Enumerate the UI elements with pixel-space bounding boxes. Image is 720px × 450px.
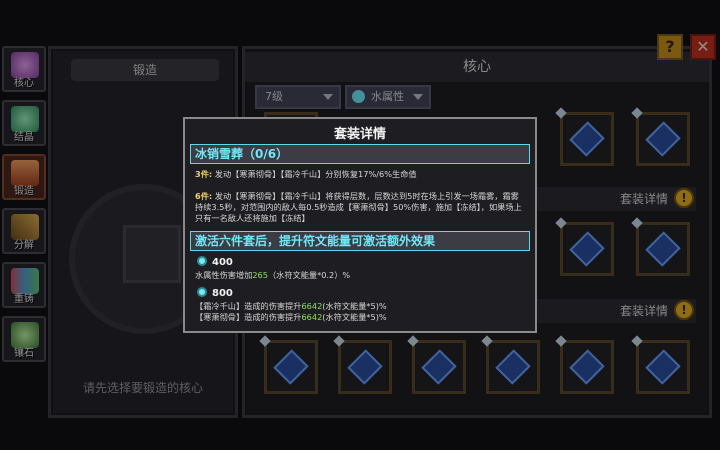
tier-800: 800 <box>197 287 233 299</box>
tier2-effect1-pre: 【霜冷千山】造成的伤害提升 <box>195 301 302 311</box>
tier-400: 400 <box>197 256 233 268</box>
modal-title: 套装详情 <box>333 127 386 142</box>
tier2-value: 800 <box>212 288 233 299</box>
tier2-effect-2: 【寒萧彻骨】造成的伤害提升6642(水符文能量*5)% <box>195 312 527 323</box>
tier1-effect-num: 265 <box>252 270 268 280</box>
tier2-effect2-post: (水符文能量*5)% <box>322 312 387 322</box>
tier1-effect-post: （水符文能量*0.2）% <box>267 270 351 280</box>
tier2-effect2-num: 6642 <box>301 312 323 322</box>
tier2-effect1-num: 6642 <box>301 301 323 311</box>
set-effect-6: 6件: 发动【寒萧彻骨】【霜冷千山】将获得层数，层数达到5时在场上引发一场霜雾，… <box>195 191 527 224</box>
tier1-effect: 水属性伤害增加265（水符文能量*0.2）% <box>195 270 527 281</box>
effect6-text: 发动【寒萧彻骨】【霜冷千山】将获得层数，层数达到5时在场上引发一场霜雾，霜雾持续… <box>195 191 522 223</box>
tier2-effect2-pre: 【寒萧彻骨】造成的伤害提升 <box>195 312 302 322</box>
set-name-header: 冰销雪葬（0/6） <box>190 144 530 164</box>
effect3-prefix: 3件: <box>195 169 213 179</box>
tier2-effect-1: 【霜冷千山】造成的伤害提升6642(水符文能量*5)% <box>195 301 527 312</box>
rune-energy-icon <box>197 287 207 297</box>
tier2-effect1-post: (水符文能量*5)% <box>322 301 387 311</box>
set-details-modal: 套装详情 冰销雪葬（0/6） 3件: 发动【寒萧彻骨】【霜冷千山】分别恢复17%… <box>183 117 537 333</box>
effect6-prefix: 6件: <box>195 191 213 201</box>
set-effect-3: 3件: 发动【寒萧彻骨】【霜冷千山】分别恢复17%/6%生命值 <box>195 169 527 180</box>
tier1-value: 400 <box>212 257 233 268</box>
tier1-effect-pre: 水属性伤害增加 <box>195 270 253 280</box>
effect3-text: 发动【寒萧彻骨】【霜冷千山】分别恢复17%/6%生命值 <box>214 169 417 179</box>
activate-header: 激活六件套后，提升符文能量可激活额外效果 <box>190 231 530 251</box>
rune-energy-icon <box>197 256 207 266</box>
